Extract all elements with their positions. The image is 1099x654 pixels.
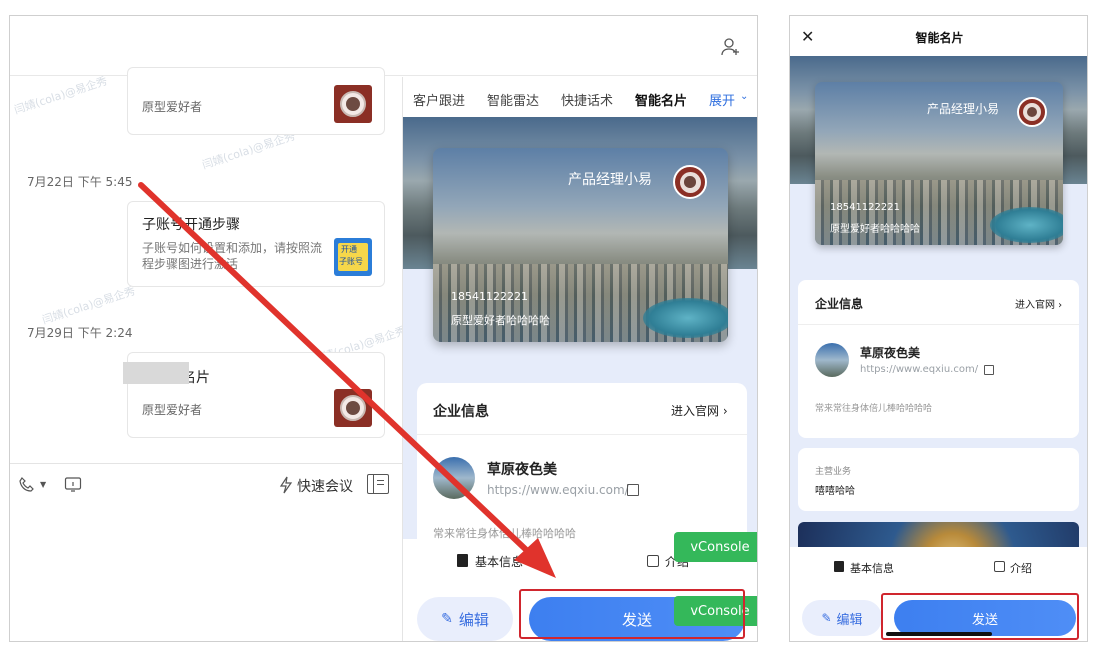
tab-basic-info[interactable]: 基本信息 xyxy=(850,560,894,576)
external-link-icon[interactable] xyxy=(984,365,994,375)
card-phone: 18541122221 xyxy=(830,202,900,213)
company-url[interactable]: https://www.eqxiu.com/ xyxy=(860,364,978,375)
page-title: 智能名片 xyxy=(915,31,964,45)
company-desc: 常来常往身体倍儿棒哈哈哈哈 xyxy=(815,404,933,414)
tab-intro[interactable]: 介绍 xyxy=(1010,560,1032,576)
card-signature: 原型爱好者哈哈哈哈 xyxy=(830,224,920,235)
edit-button[interactable]: ✎ 编辑 xyxy=(802,600,882,636)
mobile-preview: ✕ 智能名片 产品经理小易 18541122221 原型爱好者哈哈哈哈 企业信息… xyxy=(789,15,1088,642)
business-card-section: 主营业务 嘻嘻哈哈 xyxy=(798,448,1079,511)
card-name: 产品经理小易 xyxy=(927,102,1000,116)
business-card[interactable]: 产品经理小易 18541122221 原型爱好者哈哈哈哈 xyxy=(815,82,1063,245)
company-logo xyxy=(815,343,849,377)
bag-icon xyxy=(994,561,1005,572)
card-avatar xyxy=(1017,97,1047,127)
official-site-link[interactable]: 进入官网 › xyxy=(1015,296,1062,311)
divider xyxy=(798,324,1079,325)
company-card: 企业信息 进入官网 › 草原夜色美 https://www.eqxiu.com/… xyxy=(798,280,1079,438)
business-value: 嘻嘻哈哈 xyxy=(815,486,855,497)
highlight-box xyxy=(881,593,1079,640)
pen-icon: ✎ xyxy=(821,611,832,625)
business-label: 主营业务 xyxy=(815,467,852,477)
section-title: 企业信息 xyxy=(815,297,864,311)
company-name: 草原夜色美 xyxy=(860,346,921,360)
doc-icon xyxy=(834,561,844,572)
